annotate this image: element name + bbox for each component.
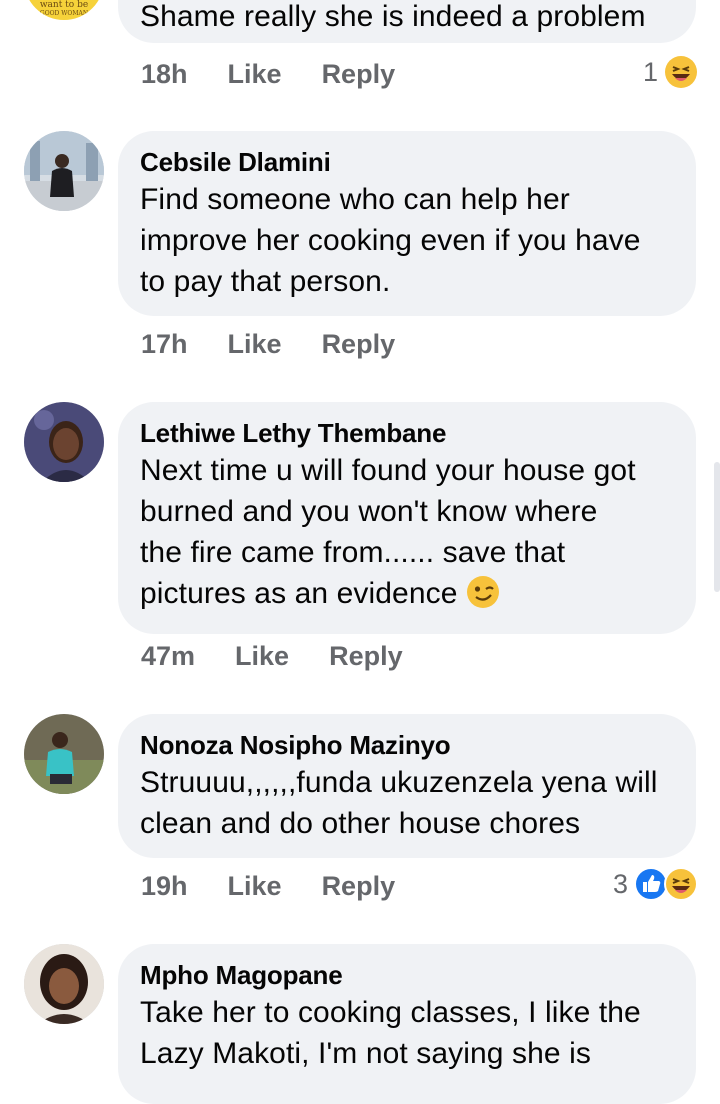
reaction-count: 1 — [642, 56, 658, 87]
reply-button[interactable]: Reply — [322, 329, 396, 360]
logo-text: GOOD WOMAN — [39, 10, 89, 17]
comment-text: Shame really she is indeed a problem — [140, 0, 646, 33]
comment-actions: 18h Like Reply — [141, 56, 395, 92]
comment-actions: 19h Like Reply — [141, 868, 395, 904]
reply-button[interactable]: Reply — [322, 59, 396, 90]
comment-author[interactable]: Nonoza Nosipho Mazinyo — [140, 728, 674, 762]
scrollbar[interactable] — [714, 462, 720, 592]
reaction-summary[interactable]: 1 — [643, 54, 698, 90]
reply-button[interactable]: Reply — [322, 871, 396, 902]
like-icon — [634, 867, 668, 901]
comment-actions: 47m Like Reply — [141, 638, 403, 674]
logo-text: want to be — [39, 0, 89, 10]
comment-text: Struuuu,,,,,,funda ukuzenzela yena will … — [140, 766, 658, 840]
like-button[interactable]: Like — [235, 641, 289, 672]
comment-bubble: Cebsile Dlamini Find someone who can hel… — [118, 131, 696, 316]
reply-button[interactable]: Reply — [329, 641, 403, 672]
avatar[interactable] — [24, 402, 104, 482]
like-button[interactable]: Like — [228, 329, 282, 360]
comment-actions: 17h Like Reply — [141, 326, 395, 362]
avatar[interactable]: want to be GOOD WOMAN — [24, 0, 104, 20]
reaction-count: 3 — [612, 868, 628, 899]
comment-author[interactable]: Lethiwe Lethy Thembane — [140, 416, 674, 450]
avatar[interactable] — [24, 944, 104, 1024]
comment-text: Next time u will found your house got bu… — [140, 450, 674, 620]
timestamp[interactable]: 17h — [141, 329, 188, 360]
comment-text: Find someone who can help her improve he… — [140, 183, 641, 298]
comment-bubble: Nonoza Nosipho Mazinyo Struuuu,,,,,,fund… — [118, 714, 696, 858]
laughing-icon — [664, 867, 698, 901]
comment-bubble: Mpho Magopane Take her to cooking classe… — [118, 944, 696, 1104]
comment-author[interactable]: Cebsile Dlamini — [140, 145, 674, 179]
avatar[interactable] — [24, 131, 104, 211]
reaction-summary[interactable]: 3 — [613, 866, 698, 902]
timestamp[interactable]: 18h — [141, 59, 188, 90]
comment-text: Take her to cooking classes, I like the … — [140, 996, 641, 1070]
avatar[interactable] — [24, 714, 104, 794]
comment-bubble: Lethiwe Lethy Thembane Next time u will … — [118, 402, 696, 634]
like-button[interactable]: Like — [228, 871, 282, 902]
timestamp[interactable]: 19h — [141, 871, 188, 902]
winking-face-icon — [466, 575, 500, 620]
comment-bubble: Shame really she is indeed a problem — [118, 0, 696, 43]
comment-author[interactable]: Mpho Magopane — [140, 958, 674, 992]
timestamp[interactable]: 47m — [141, 641, 195, 672]
laughing-icon — [664, 55, 698, 89]
like-button[interactable]: Like — [228, 59, 282, 90]
